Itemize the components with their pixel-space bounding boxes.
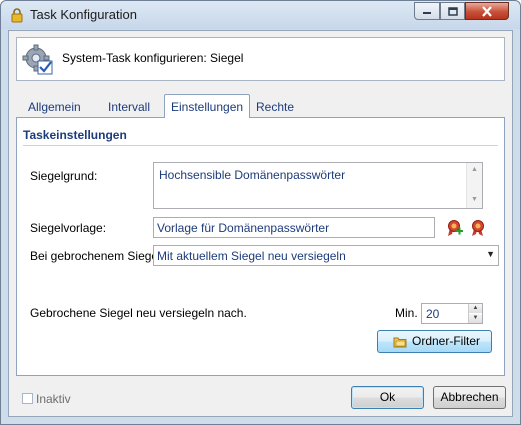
title-bar: Task Konfiguration [1,1,520,29]
scroll-down-icon[interactable]: ▼ [471,196,478,203]
dialog-body: System-Task konfigurieren: Siegel Allgem… [8,30,513,417]
minimize-icon [423,12,431,14]
section-divider [23,145,498,146]
lock-icon [11,8,23,23]
seal-icon[interactable] [470,219,486,237]
task-configuration-window: Task Konfiguration System-Task konfiguri [0,0,521,425]
reason-scrollbar[interactable]: ▲ ▼ [466,163,482,208]
header-panel: System-Task konfigurieren: Siegel [16,37,505,81]
ok-button[interactable]: Ok [351,386,424,409]
folder-filter-label: Ordner-Filter [412,334,481,348]
close-icon [482,5,492,17]
settings-panel: Taskeinstellungen Siegelgrund: Hochsensi… [16,117,505,376]
broken-seal-select[interactable]: Mit aktuellem Siegel neu versiegeln ▼ [153,245,499,266]
stepper-buttons: ▲ ▼ [468,304,482,323]
broken-seal-label: Bei gebrochenem Siegel: [30,249,165,263]
stepper-down-icon[interactable]: ▼ [469,314,482,323]
minutes-value: 20 [426,307,440,321]
minutes-label: Min. [395,306,418,320]
stepper-up-icon[interactable]: ▲ [469,304,482,313]
tab-allgemein[interactable]: Allgemein [22,97,87,117]
folder-filter-button[interactable]: Ordner-Filter [377,330,492,353]
tab-intervall[interactable]: Intervall [102,97,156,117]
template-value: Vorlage für Domänenpasswörter [157,221,330,235]
reseal-label: Gebrochene Siegel neu versiegeln nach. [30,306,247,320]
reason-textarea[interactable]: Hochsensible Domänenpasswörter ▲ ▼ [153,162,483,209]
cancel-button[interactable]: Abbrechen [433,386,506,409]
close-button[interactable] [465,2,509,20]
template-label: Siegelvorlage: [30,221,107,235]
section-title: Taskeinstellungen [23,128,127,142]
seal-add-icon[interactable] [447,219,463,237]
maximize-button[interactable] [440,2,465,20]
folder-icon [393,337,407,348]
header-text: System-Task konfigurieren: Siegel [62,51,244,65]
reason-label: Siegelgrund: [30,169,98,183]
template-field[interactable]: Vorlage für Domänenpasswörter [153,217,435,238]
gear-check-icon [22,44,53,75]
inactive-label[interactable]: Inaktiv [36,392,71,406]
reason-value: Hochsensible Domänenpasswörter [159,168,346,182]
tab-bar: Allgemein Intervall Einstellungen Rechte [16,94,505,118]
chevron-down-icon[interactable]: ▼ [486,249,495,259]
broken-seal-value: Mit aktuellem Siegel neu versiegeln [157,249,346,263]
tab-rechte[interactable]: Rechte [250,97,300,117]
window-title: Task Konfiguration [30,7,137,22]
tab-einstellungen[interactable]: Einstellungen [164,94,251,118]
minutes-stepper[interactable]: 20 ▲ ▼ [421,303,483,324]
inactive-checkbox[interactable] [22,393,33,404]
minimize-button[interactable] [414,2,440,20]
maximize-icon [447,6,458,16]
scroll-up-icon[interactable]: ▲ [471,166,478,173]
